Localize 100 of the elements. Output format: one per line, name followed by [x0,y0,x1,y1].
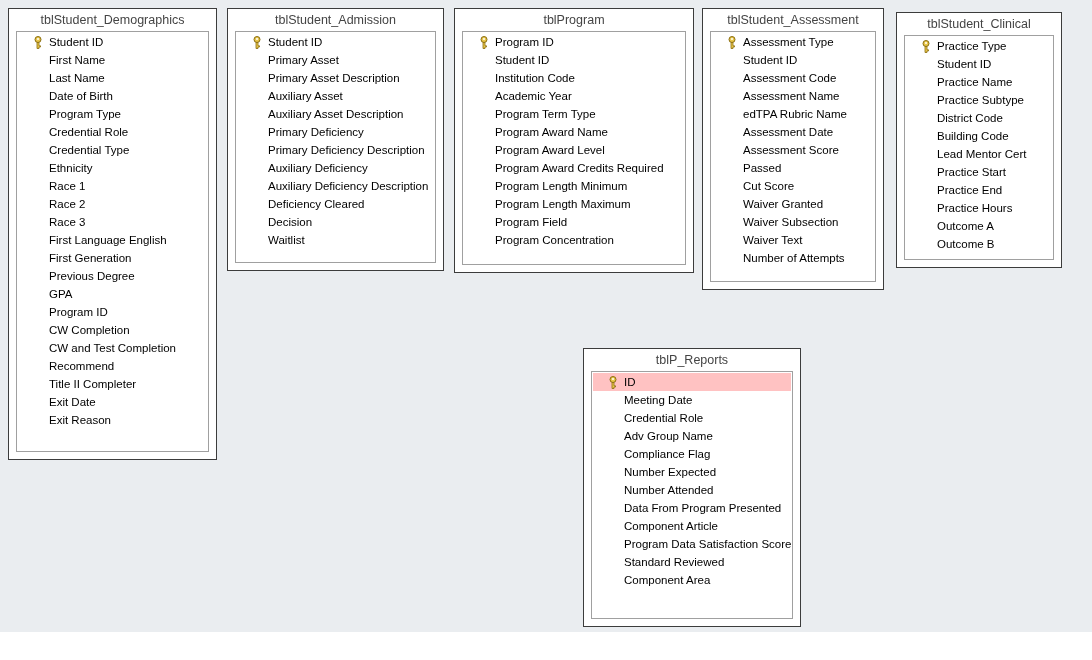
field-row[interactable]: Cut Score [712,177,874,195]
field-row[interactable]: Race 1 [18,177,207,195]
field-row[interactable]: Program Length Minimum [464,177,684,195]
field-row[interactable]: Student ID [906,55,1052,73]
field-name: Auxiliary Asset [268,90,343,102]
field-row[interactable]: Student ID [712,51,874,69]
field-row[interactable]: Standard Reviewed [593,553,791,571]
field-row[interactable]: Program Data Satisfaction Score [593,535,791,553]
field-row[interactable]: Program Award Credits Required [464,159,684,177]
field-row[interactable]: First Language English [18,231,207,249]
field-row[interactable]: Practice Subtype [906,91,1052,109]
field-row[interactable]: Date of Birth [18,87,207,105]
field-row[interactable]: Adv Group Name [593,427,791,445]
field-row[interactable]: Exit Reason [18,411,207,429]
field-row[interactable]: Outcome A [906,217,1052,235]
field-row[interactable]: Waitlist [237,231,434,249]
field-row[interactable]: Primary Asset [237,51,434,69]
field-row[interactable]: Program Concentration [464,231,684,249]
field-row[interactable]: Credential Role [593,409,791,427]
table-title: tblStudent_Assessment [727,13,859,27]
table-window[interactable]: tblStudent_Clinical Practice Type Student ID Practice Name Practice Subtype District Code Building Code Lead Mentor Cert Practice Start Practice End Practice Hours Outcome A Outcome B [896,12,1062,268]
field-name: Decision [268,216,313,228]
field-row[interactable]: Program Type [18,105,207,123]
field-row[interactable]: GPA [18,285,207,303]
field-row[interactable]: Race 3 [18,213,207,231]
field-row[interactable]: Deficiency Cleared [237,195,434,213]
field-row[interactable]: Meeting Date [593,391,791,409]
field-row[interactable]: Credential Type [18,141,207,159]
field-row[interactable]: Program Award Name [464,123,684,141]
field-row[interactable]: Passed [712,159,874,177]
field-row[interactable]: CW Completion [18,321,207,339]
field-row[interactable]: Outcome B [906,235,1052,253]
field-row[interactable]: Data From Program Presented [593,499,791,517]
field-row[interactable]: Student ID [237,33,434,51]
field-row[interactable]: Title II Completer [18,375,207,393]
field-row[interactable]: Assessment Type [712,33,874,51]
field-row[interactable]: Program ID [464,33,684,51]
field-row[interactable]: Program Award Level [464,141,684,159]
field-row[interactable]: CW and Test Completion [18,339,207,357]
field-row[interactable]: Assessment Date [712,123,874,141]
field-row[interactable]: Auxiliary Asset [237,87,434,105]
field-name: Waiver Granted [743,198,824,210]
field-row[interactable]: Waiver Text [712,231,874,249]
field-row[interactable]: Assessment Code [712,69,874,87]
field-row[interactable]: Number Expected [593,463,791,481]
field-row[interactable]: Practice Type [906,37,1052,55]
field-row[interactable]: Academic Year [464,87,684,105]
field-name: Meeting Date [624,394,693,406]
field-row[interactable]: Waiver Subsection [712,213,874,231]
field-row[interactable]: District Code [906,109,1052,127]
field-row[interactable]: Program Field [464,213,684,231]
field-row[interactable]: Primary Deficiency Description [237,141,434,159]
field-row[interactable]: Student ID [464,51,684,69]
field-row[interactable]: Auxiliary Deficiency Description [237,177,434,195]
table-window[interactable] [227,8,444,271]
field-row[interactable]: Auxiliary Asset Description [237,105,434,123]
field-row[interactable]: Last Name [18,69,207,87]
field-name: Program Field [495,216,568,228]
field-row[interactable]: Exit Date [18,393,207,411]
field-row[interactable]: Auxiliary Deficiency [237,159,434,177]
table-window[interactable] [702,8,884,290]
table-title: tblProgram [543,13,605,27]
field-row[interactable]: Institution Code [464,69,684,87]
field-row[interactable]: Race 2 [18,195,207,213]
field-row[interactable]: Student ID [18,33,207,51]
field-row[interactable]: Assessment Name [712,87,874,105]
field-row[interactable]: Number of Attempts [712,249,874,267]
field-row[interactable]: Decision [237,213,434,231]
field-row[interactable]: Practice End [906,181,1052,199]
field-row[interactable]: Practice Name [906,73,1052,91]
field-row[interactable]: Assessment Score [712,141,874,159]
field-row[interactable]: Credential Role [18,123,207,141]
field-row[interactable]: Building Code [906,127,1052,145]
field-row[interactable]: ID [593,373,791,391]
field-row[interactable]: Number Attended [593,481,791,499]
field-row[interactable]: First Name [18,51,207,69]
field-row[interactable]: Program Term Type [464,105,684,123]
field-row[interactable]: Previous Degree [18,267,207,285]
field-row[interactable]: Practice Start [906,163,1052,181]
field-row[interactable]: Program Length Maximum [464,195,684,213]
field-row[interactable]: Lead Mentor Cert [906,145,1052,163]
field-name: Academic Year [495,90,572,102]
field-row[interactable]: Compliance Flag [593,445,791,463]
field-row[interactable]: Primary Asset Description [237,69,434,87]
field-row[interactable]: Component Article [593,517,791,535]
field-name: Passed [743,162,782,174]
field-name: Adv Group Name [624,430,713,442]
table-window[interactable] [454,8,694,273]
field-row[interactable]: Recommend [18,357,207,375]
table-window[interactable] [583,348,801,627]
field-row[interactable]: Practice Hours [906,199,1052,217]
field-row[interactable]: Ethnicity [18,159,207,177]
field-row[interactable]: Primary Deficiency [237,123,434,141]
field-name: Auxiliary Asset Description [268,108,404,120]
field-name: Data From Program Presented [624,502,782,514]
field-row[interactable]: Waiver Granted [712,195,874,213]
field-row[interactable]: First Generation [18,249,207,267]
field-row[interactable]: Component Area [593,571,791,589]
field-row[interactable]: edTPA Rubric Name [712,105,874,123]
field-row[interactable]: Program ID [18,303,207,321]
